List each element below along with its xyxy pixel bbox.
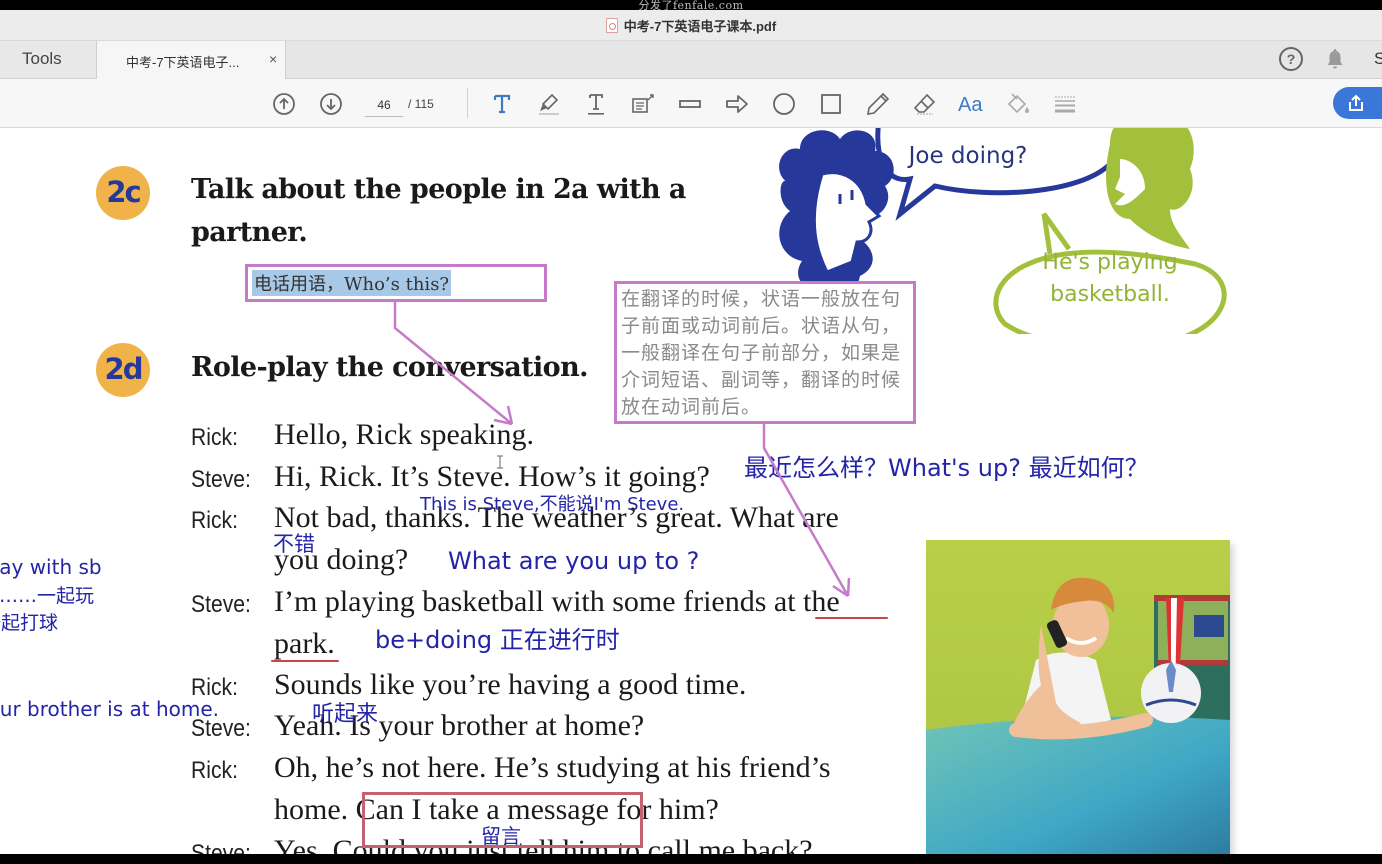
svg-text:Aa: Aa (958, 94, 983, 116)
pdf-page: What's Uncle Joe doing? He's playing bas… (0, 128, 1382, 854)
window-title: 中考-7下英语电子课本.pdf (0, 16, 1382, 35)
screen-bottom-bar (0, 854, 1382, 864)
font-icon[interactable]: Aa (957, 91, 989, 117)
tab-tools-label: Tools (22, 49, 62, 68)
scroll-down-icon[interactable] (318, 91, 344, 117)
share-button[interactable] (1333, 87, 1382, 119)
fill-color-icon[interactable] (1005, 91, 1031, 117)
scroll-up-icon[interactable] (271, 91, 297, 117)
page-total: / 115 (408, 97, 434, 111)
highlight-icon[interactable] (536, 91, 562, 117)
screen-top-bar: 分发了fenfale.com (0, 0, 1382, 12)
rectangle-icon[interactable] (818, 91, 844, 117)
help-icon[interactable]: ? (1279, 47, 1303, 71)
sign-in-link[interactable]: S (1374, 49, 1382, 69)
boy-on-phone-photo (926, 540, 1230, 854)
strikethrough-icon[interactable] (677, 91, 703, 117)
arrow-note-to-at-the (762, 421, 850, 597)
underline-text-icon[interactable] (583, 91, 609, 117)
window-titlebar: 中考-7下英语电子课本.pdf (0, 10, 1382, 41)
arrow-icon[interactable] (724, 91, 750, 117)
text-box-icon[interactable] (630, 91, 656, 117)
oval-icon[interactable] (771, 91, 797, 117)
pdf-file-icon (605, 18, 618, 33)
close-tab-icon[interactable]: × (269, 51, 277, 67)
tab-document-label: 中考-7下英语电子... (126, 55, 240, 70)
eraser-icon[interactable] (912, 91, 938, 117)
pencil-icon[interactable] (865, 91, 891, 117)
toolbar-divider (467, 88, 468, 118)
share-icon (1349, 94, 1363, 111)
arrow-phone-to-speaking (393, 300, 513, 425)
window-title-text: 中考-7下英语电子课本.pdf (623, 19, 777, 34)
add-text-icon[interactable] (489, 91, 515, 117)
line-weight-icon[interactable] (1052, 91, 1078, 117)
page-number-input[interactable] (365, 94, 403, 117)
text-cursor-icon (497, 455, 503, 469)
tab-tools[interactable]: Tools (0, 41, 97, 78)
annotation-toolbar: / 115 Aa (0, 79, 1382, 128)
bell-icon[interactable] (1326, 48, 1344, 70)
tab-document[interactable]: 中考-7下英语电子... × (97, 41, 286, 79)
tab-bar: Tools 中考-7下英语电子... × ? S (0, 41, 1382, 79)
